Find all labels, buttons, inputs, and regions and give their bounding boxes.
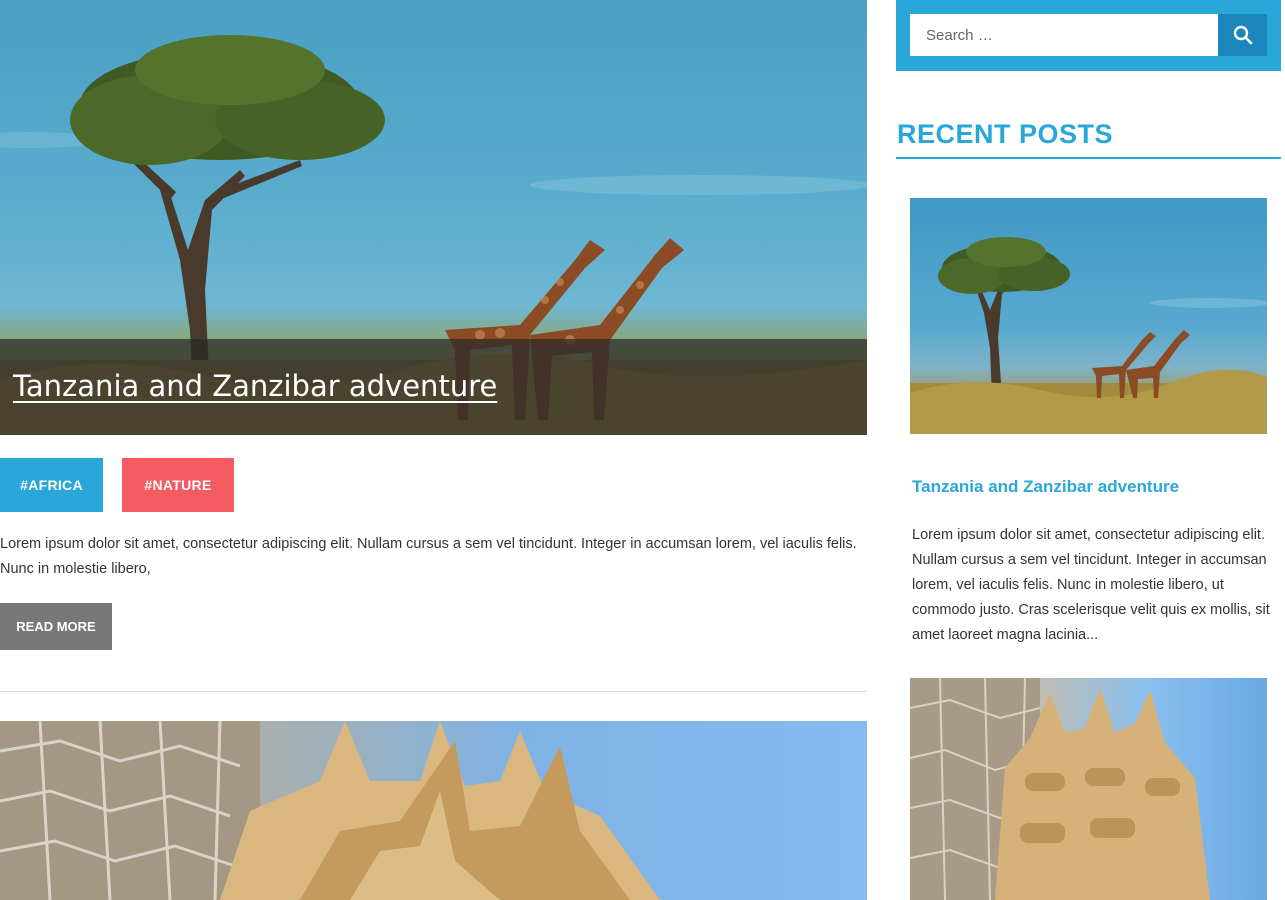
- search-input[interactable]: [910, 14, 1218, 56]
- recent-post-thumbnail[interactable]: [910, 198, 1267, 434]
- main-content: Tanzania and Zanzibar adventure #AFRICA …: [0, 0, 867, 900]
- second-post-image[interactable]: [0, 721, 867, 900]
- recent-post-thumbnail-2[interactable]: [910, 678, 1267, 900]
- recent-posts-underline: [896, 157, 1281, 159]
- read-more-button[interactable]: READ MORE: [0, 603, 112, 650]
- mosaic-chimneys-illustration: [0, 721, 660, 900]
- search-widget: [896, 0, 1281, 71]
- search-icon: [1233, 25, 1252, 45]
- tag-africa[interactable]: #AFRICA: [0, 458, 103, 512]
- mosaic-thumbnail-illustration: [910, 678, 1210, 900]
- tag-nature[interactable]: #NATURE: [122, 458, 234, 512]
- featured-post-image[interactable]: Tanzania and Zanzibar adventure: [0, 0, 867, 435]
- savanna-thumbnail-illustration: [910, 237, 1267, 434]
- recent-post-title[interactable]: Tanzania and Zanzibar adventure: [912, 477, 1179, 497]
- search-button[interactable]: [1218, 14, 1267, 56]
- recent-post-excerpt: Lorem ipsum dolor sit amet, consectetur …: [912, 527, 1270, 643]
- post-divider: [0, 691, 867, 692]
- recent-posts-heading: RECENT POSTS: [897, 119, 1114, 149]
- featured-post-title[interactable]: Tanzania and Zanzibar adventure: [13, 369, 497, 403]
- featured-post-excerpt: Lorem ipsum dolor sit amet, consectetur …: [0, 536, 857, 577]
